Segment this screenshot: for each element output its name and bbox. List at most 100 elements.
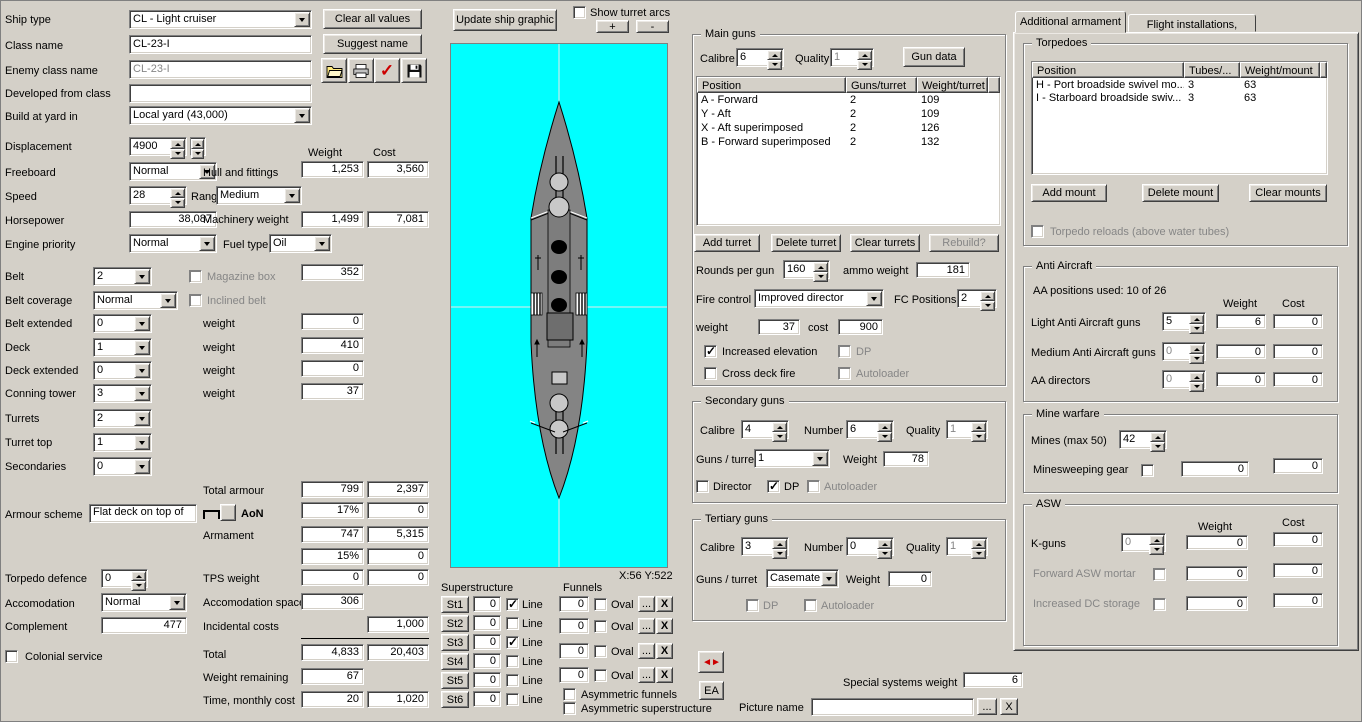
show-turret-arcs-checkbox[interactable] [573,6,586,19]
arrow-down-icon[interactable] [1189,354,1204,364]
arrow-down-icon[interactable] [971,432,986,442]
aa-directors-spinner[interactable]: 0 [1162,370,1206,389]
secondaries-select[interactable]: 0 [93,457,152,476]
colonial-service-checkbox[interactable] [5,650,18,663]
mines-spinner[interactable]: 42 [1119,430,1167,449]
ter-guns-turret-select[interactable]: Casemate: [766,569,839,588]
funnel3-delete-button[interactable]: X [656,643,673,659]
chevron-down-icon[interactable] [134,269,150,284]
sec-number-spinner[interactable]: 6 [846,420,894,439]
sec-director-checkbox[interactable] [696,480,709,493]
armour-scheme-value[interactable]: Flat deck on top of [89,504,197,523]
st5-button[interactable]: St5 [441,672,469,689]
arrow-up-icon[interactable] [877,422,892,432]
chevron-down-icon[interactable] [821,571,837,586]
funnel2-delete-button[interactable]: X [656,618,673,634]
zoom-out-button[interactable]: - [636,20,669,33]
ter-calibre-spinner[interactable]: 3 [741,537,789,556]
arrow-up-icon[interactable] [170,188,185,198]
funnel4-more-button[interactable]: ... [638,667,655,683]
fuel-type-select[interactable]: Oil [269,234,332,253]
validate-button[interactable] [374,58,400,83]
ter-number-spinner[interactable]: 0 [846,537,894,556]
arrow-down-icon[interactable] [767,60,782,70]
arrow-down-icon[interactable] [170,198,185,208]
gun-data-button[interactable]: Gun data [903,47,965,67]
table-row[interactable]: Y - Aft 2 109 [697,107,1000,121]
col-weight-turret[interactable]: Weight/turret [917,77,988,93]
chevron-down-icon[interactable] [314,236,330,251]
funnel1-oval-checkbox[interactable] [594,598,607,611]
arrow-up-icon[interactable] [1150,432,1165,442]
funnel3-more-button[interactable]: ... [638,643,655,659]
table-row[interactable]: A - Forward 2 109 [697,93,1000,107]
table-row[interactable]: H - Port broadside swivel mo... 3 63 [1032,78,1327,91]
torpedo-defence-spinner[interactable]: 0 [101,569,148,588]
funnel2-more-button[interactable]: ... [638,618,655,634]
arrow-down-icon[interactable] [191,149,204,159]
chevron-down-icon[interactable] [134,435,150,450]
chevron-down-icon[interactable] [134,340,150,355]
st2-button[interactable]: St2 [441,615,469,632]
clear-all-values-button[interactable]: Clear all values [323,9,422,29]
chevron-down-icon[interactable] [134,411,150,426]
cross-deck-fire-checkbox[interactable] [704,367,717,380]
col-position[interactable]: Position [697,77,846,93]
arrow-up-icon[interactable] [971,422,986,432]
arrow-up-icon[interactable] [980,291,995,301]
arrow-up-icon[interactable] [877,539,892,549]
medium-aa-spinner[interactable]: 0 [1162,342,1206,361]
turrets-select[interactable]: 2 [93,409,152,428]
rounds-per-gun-spinner[interactable]: 160 [783,260,830,279]
move-ship-button[interactable]: ◄► [698,651,724,673]
engine-priority-select[interactable]: Normal [129,234,217,253]
chevron-down-icon[interactable] [134,386,150,401]
arrow-down-icon[interactable] [877,432,892,442]
ship-type-select[interactable]: CL - Light cruiser [129,10,312,29]
arrow-down-icon[interactable] [877,549,892,559]
chevron-down-icon[interactable] [812,451,828,466]
table-row[interactable]: B - Forward superimposed 2 132 [697,135,1000,149]
clear-turrets-button[interactable]: Clear turrets [850,234,920,252]
col-guns-turret[interactable]: Guns/turret [846,77,917,93]
arrow-down-icon[interactable] [772,549,787,559]
turret-top-select[interactable]: 1 [93,433,152,452]
arrow-up-icon[interactable] [772,539,787,549]
table-row[interactable]: X - Aft superimposed 2 126 [697,121,1000,135]
arrow-down-icon[interactable] [813,272,828,282]
funnel1-more-button[interactable]: ... [638,596,655,612]
arrow-up-icon[interactable] [1189,344,1204,354]
st4-button[interactable]: St4 [441,653,469,670]
belt-select[interactable]: 2 [93,267,152,286]
arrow-down-icon[interactable] [971,549,986,559]
displacement-fine-spinner[interactable] [190,137,206,156]
chevron-down-icon[interactable] [134,459,150,474]
deck-extended-select[interactable]: 0 [93,361,152,380]
sec-guns-turret-select[interactable]: 1 [754,449,830,468]
ter-quality-spinner[interactable]: 1 [946,537,988,556]
arrow-down-icon[interactable] [131,581,146,591]
build-yard-select[interactable]: Local yard (43,000) [129,106,312,125]
chevron-down-icon[interactable] [160,293,176,308]
chevron-down-icon[interactable] [134,316,150,331]
main-guns-table[interactable]: Position Guns/turret Weight/turret A - F… [696,76,1001,226]
col-position[interactable]: Position [1032,62,1184,78]
arrow-up-icon[interactable] [857,50,872,60]
displacement-spinner[interactable]: 4900 [129,137,187,156]
funnel4-delete-button[interactable]: X [656,667,673,683]
speed-spinner[interactable]: 28 [129,186,187,205]
chevron-down-icon[interactable] [284,188,300,203]
chevron-down-icon[interactable] [169,595,185,610]
arrow-down-icon[interactable] [980,301,995,311]
arrow-down-icon[interactable] [1189,382,1204,392]
chevron-down-icon[interactable] [294,12,310,27]
fc-positions-spinner[interactable]: 2 [957,289,997,308]
picture-clear-button[interactable]: X [1000,698,1018,715]
st4-line-checkbox[interactable] [506,655,519,668]
main-calibre-spinner[interactable]: 6 [736,48,784,67]
funnel4-oval-checkbox[interactable] [594,669,607,682]
picture-name-input[interactable] [811,698,974,716]
belt-coverage-select[interactable]: Normal [93,291,178,310]
arrow-up-icon[interactable] [1149,535,1164,545]
funnel1-delete-button[interactable]: X [656,596,673,612]
